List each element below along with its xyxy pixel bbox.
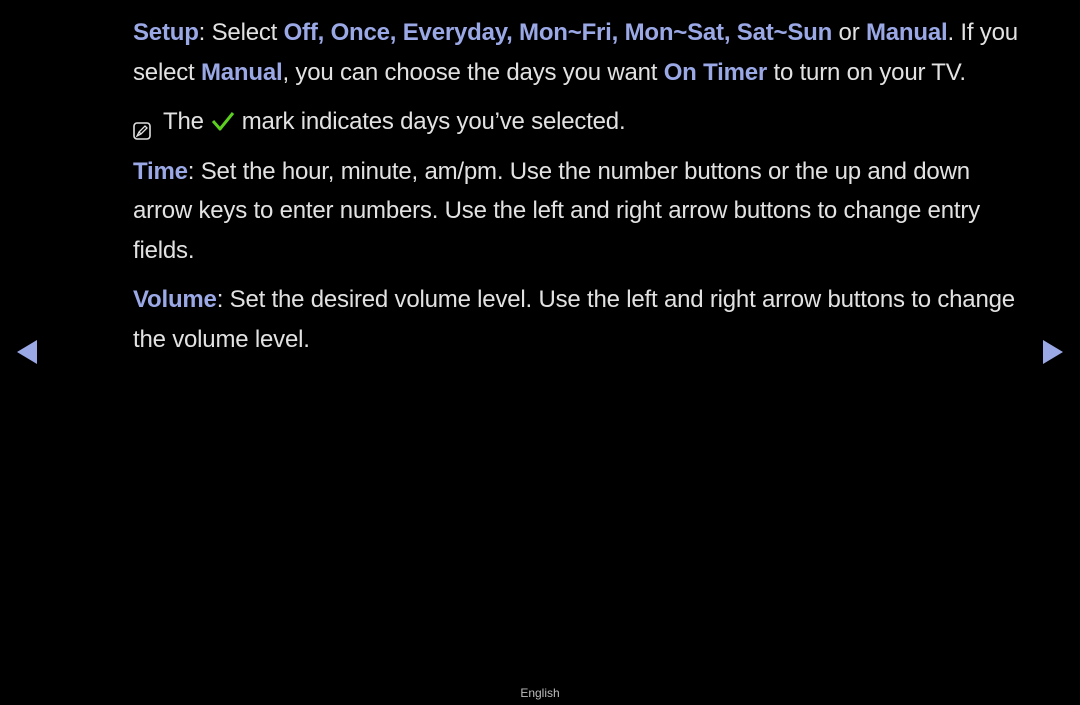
green-checkmark-icon xyxy=(210,107,236,133)
setup-options: Off, Once, Everyday, Mon~Fri, Mon~Sat, S… xyxy=(283,19,833,46)
manual-term-2: Manual xyxy=(200,58,283,86)
left-arrow-icon[interactable] xyxy=(17,340,37,364)
note-icon xyxy=(133,113,151,140)
volume-term: Volume xyxy=(133,286,217,313)
manual-content: Setup: Select Off, Once, Everyday, Mon~F… xyxy=(133,13,1033,369)
setup-term: Setup xyxy=(133,19,199,46)
manual-term: Manual xyxy=(865,19,948,46)
setup-paragraph: Setup: Select Off, Once, Everyday, Mon~F… xyxy=(133,19,1018,86)
time-paragraph: Time: Set the hour, minute, am/pm. Use t… xyxy=(133,157,980,264)
on-timer-term: On Timer xyxy=(663,58,768,86)
right-arrow-icon[interactable] xyxy=(1043,340,1063,364)
volume-paragraph: Volume: Set the desired volume level. Us… xyxy=(133,286,1015,353)
note-paragraph: The mark indicates days you’ve selected. xyxy=(133,102,1033,142)
language-label: English xyxy=(520,686,560,700)
time-term: Time xyxy=(133,157,188,185)
